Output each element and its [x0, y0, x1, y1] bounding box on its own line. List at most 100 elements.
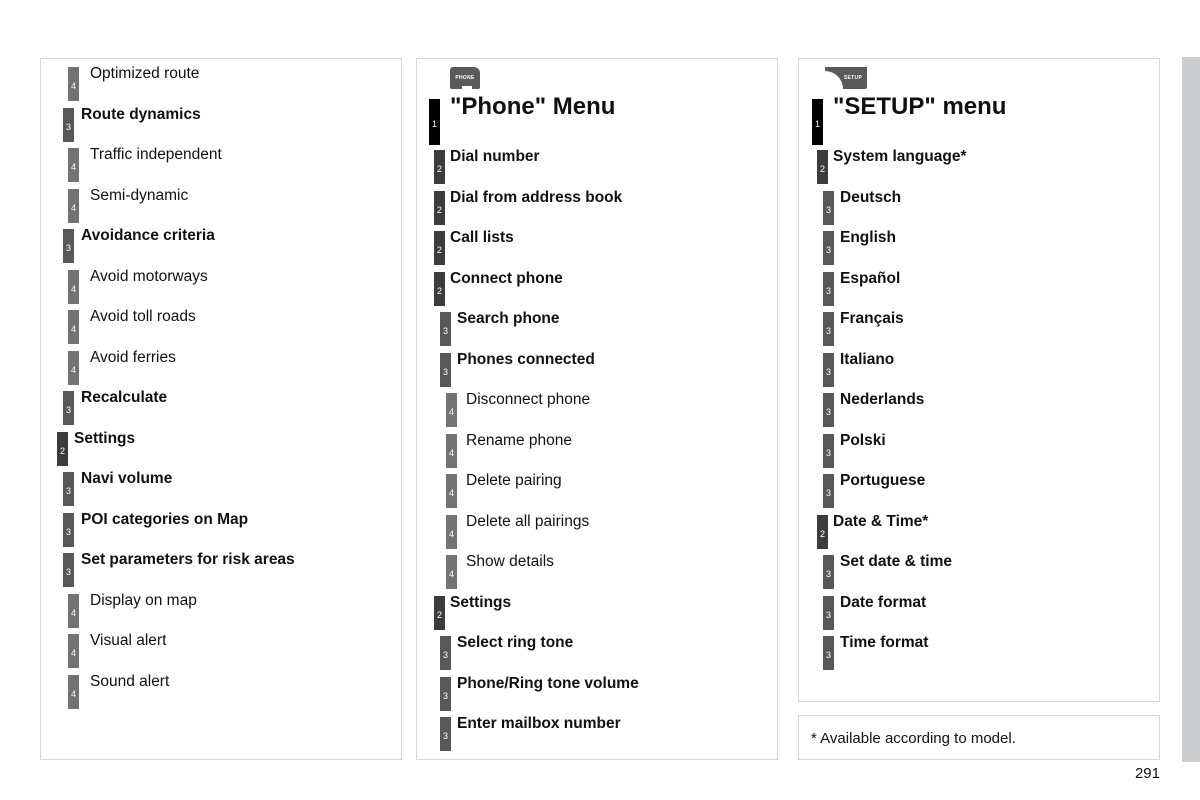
- level-tag: 4: [68, 269, 79, 304]
- menu-item-label: Recalculate: [81, 389, 168, 406]
- setup-button-icon: SETUP: [825, 67, 867, 89]
- page-number: 291: [1134, 765, 1160, 782]
- page-edge-tab: [1182, 57, 1200, 762]
- level-tag: 3: [823, 474, 834, 508]
- menu-item-label: POI categories on Map: [81, 510, 249, 528]
- level-tag: 3: [823, 190, 834, 225]
- menu-item-label: Disconnect phone: [466, 391, 591, 408]
- menu-item-label: Traffic independent: [90, 146, 222, 163]
- menu-item-label: Rename phone: [466, 431, 572, 449]
- phone-menu-panel: PHONE 1 "Phone" Menu 2 Dial number 2 Dial f…: [416, 58, 778, 760]
- menu-item-label: Date format: [840, 593, 927, 611]
- menu-item-label: Français: [840, 310, 904, 327]
- menu-item-label: Avoid motorways: [90, 267, 208, 285]
- level-tag: 4: [68, 188, 79, 223]
- setup-menu-panel: SETUP 1 "SETUP" menu 2 System language* 3 D…: [798, 58, 1160, 702]
- level-tag: 2: [434, 231, 445, 265]
- menu-item-label: Search phone: [457, 310, 560, 327]
- menu-item-label: Set date & time: [840, 553, 952, 570]
- navigation-menu-panel: 4 Optimized route 3 Route dynamics 4 Traffic …: [40, 58, 402, 760]
- menu-item-label: System language*: [833, 148, 967, 165]
- level-tag: 2: [434, 150, 445, 184]
- menu-item-label: Navi volume: [81, 470, 173, 487]
- menu-item-label: Settings: [450, 593, 512, 611]
- level-tag: 4: [68, 593, 79, 628]
- level-tag: 3: [823, 312, 834, 346]
- menu-item-label: Avoid ferries: [90, 348, 176, 366]
- menu-item-label: Phones connected: [457, 350, 595, 368]
- menu-item-label: Italiano: [840, 350, 895, 368]
- menu-item-label: Visual alert: [90, 632, 167, 649]
- level-tag: 3: [440, 717, 451, 751]
- level-tag: 3: [440, 352, 451, 387]
- phone-icon-label: PHONE: [455, 75, 475, 81]
- menu-item-label: Dial number: [450, 148, 540, 165]
- menu-item-label: Dial from address book: [450, 188, 623, 206]
- menu-item-label: Delete all pairings: [466, 512, 590, 530]
- level-tag: 3: [63, 472, 74, 506]
- menu-item-label: Portuguese: [840, 472, 926, 489]
- level-tag: 3: [63, 229, 74, 263]
- menu-item-label: Display on map: [90, 591, 197, 609]
- menu-item-label: Route dynamics: [81, 105, 201, 123]
- footnote-text: * Available according to model.: [811, 730, 1016, 747]
- menu-item-label: Call lists: [450, 229, 514, 246]
- level-tag: 2: [817, 514, 828, 549]
- level-tag: 3: [823, 636, 834, 670]
- level-tag: 2: [434, 190, 445, 225]
- menu-item-label: Time format: [840, 634, 929, 651]
- level-tag: 1: [812, 99, 823, 145]
- level-tag: 4: [68, 67, 79, 101]
- menu-item-label: Delete pairing: [466, 472, 562, 489]
- level-tag: 3: [823, 433, 834, 468]
- level-tag: 4: [446, 393, 457, 427]
- phone-menu-title: "Phone" Menu: [450, 93, 616, 120]
- level-tag: 3: [823, 393, 834, 427]
- level-tag: 4: [68, 148, 79, 182]
- level-tag: 3: [440, 636, 451, 670]
- level-tag: 3: [440, 312, 451, 346]
- level-tag: 3: [63, 512, 74, 547]
- menu-item-label: Nederlands: [840, 391, 925, 408]
- menu-item-label: Avoidance criteria: [81, 227, 215, 244]
- level-tag: 3: [63, 107, 74, 142]
- level-tag: 3: [440, 676, 451, 711]
- menu-item-label: Avoid toll roads: [90, 308, 196, 325]
- level-tag: 4: [446, 555, 457, 589]
- menu-item-label: Show details: [466, 553, 554, 570]
- level-tag: 2: [434, 271, 445, 306]
- menu-item-label: Connect phone: [450, 269, 563, 287]
- menu-item-label: Semi-dynamic: [90, 186, 189, 204]
- level-tag: 2: [817, 150, 828, 184]
- level-tag: 3: [823, 271, 834, 306]
- level-tag: 3: [63, 553, 74, 587]
- menu-item-label: Deutsch: [840, 188, 902, 206]
- level-tag: 4: [446, 474, 457, 508]
- phone-button-icon: PHONE: [450, 67, 480, 89]
- level-tag: 4: [68, 310, 79, 344]
- menu-item-label: Set parameters for risk areas: [81, 551, 295, 568]
- menu-item-label: Sound alert: [90, 672, 170, 690]
- level-tag: 3: [823, 231, 834, 265]
- menu-item-label: Settings: [74, 429, 136, 447]
- level-tag: 2: [434, 595, 445, 630]
- level-tag: 4: [446, 433, 457, 468]
- menu-item-label: Select ring tone: [457, 634, 574, 651]
- level-tag: 3: [63, 391, 74, 425]
- menu-item-label: Enter mailbox number: [457, 715, 621, 732]
- menu-item-label: Polski: [840, 431, 886, 449]
- level-tag: 4: [68, 634, 79, 668]
- level-tag: 4: [68, 674, 79, 709]
- level-tag: 4: [446, 514, 457, 549]
- level-tag: 1: [429, 99, 440, 145]
- level-tag: 3: [823, 352, 834, 387]
- level-tag: 2: [57, 431, 68, 466]
- level-tag: 4: [68, 350, 79, 385]
- menu-item-label: Optimized route: [90, 65, 200, 82]
- menu-item-label: Date & Time*: [833, 512, 929, 530]
- level-tag: 3: [823, 555, 834, 589]
- setup-menu-title: "SETUP" menu: [833, 93, 1007, 120]
- menu-item-label: Phone/Ring tone volume: [457, 674, 639, 692]
- level-tag: 3: [823, 595, 834, 630]
- menu-item-label: English: [840, 229, 896, 246]
